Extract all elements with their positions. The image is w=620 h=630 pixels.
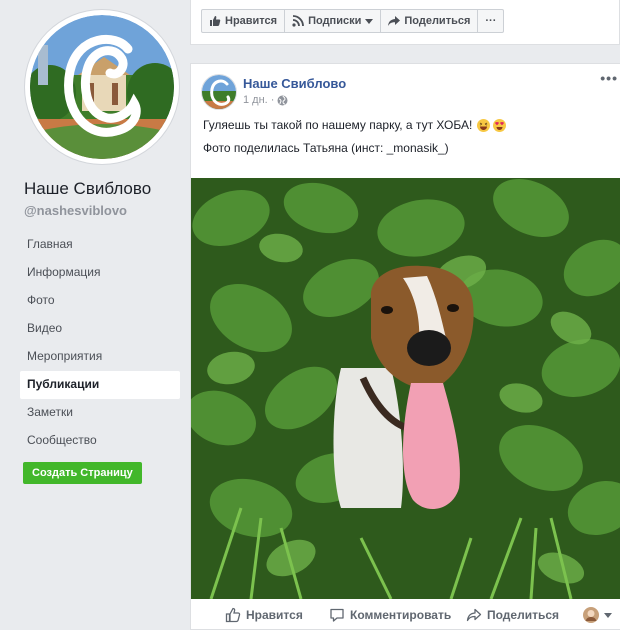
caret-down-icon xyxy=(365,18,374,24)
page-sidebar: Наше Свиблово @nashesviblovo Главная Инф… xyxy=(0,0,190,630)
heart-eyes-emoji-icon xyxy=(493,118,507,132)
page-profile-picture[interactable] xyxy=(25,10,179,164)
caret-down-icon xyxy=(604,612,612,618)
nav-item-posts[interactable]: Публикации xyxy=(20,371,180,399)
nav-item-notes[interactable]: Заметки xyxy=(20,399,180,427)
thumbs-up-icon xyxy=(210,16,221,26)
create-page-button[interactable]: Создать Страницу xyxy=(23,462,142,484)
post-photo[interactable] xyxy=(191,178,620,599)
share-page-button[interactable]: Поделиться xyxy=(381,10,479,32)
post-text: Гуляешь ты такой по нашему парку, а тут … xyxy=(203,118,473,132)
post-meta: 1 дн. · xyxy=(243,94,288,106)
rss-icon xyxy=(292,15,304,27)
subscriptions-button[interactable]: Подписки xyxy=(285,10,382,32)
nav-item-photos[interactable]: Фото xyxy=(20,287,180,315)
post-share-button[interactable]: Поделиться xyxy=(466,607,559,623)
share-arrow-icon xyxy=(388,16,401,26)
comment-icon xyxy=(330,608,344,622)
post-options-icon[interactable]: ••• xyxy=(600,70,618,86)
page-title[interactable]: Наше Свиблово xyxy=(24,179,151,199)
post-author-avatar[interactable] xyxy=(201,74,237,110)
post-text-line-1: Гуляешь ты такой по нашему парку, а тут … xyxy=(203,118,507,132)
post-author-name[interactable]: Наше Свиблово xyxy=(243,76,346,91)
page-username[interactable]: @nashesviblovo xyxy=(24,203,127,218)
post-card: Наше Свиблово 1 дн. · ••• Гуляешь ты так… xyxy=(190,63,620,630)
post-comment-button[interactable]: Комментировать xyxy=(329,607,451,623)
share-arrow-outline-icon xyxy=(466,608,482,622)
thumbs-up-outline-icon xyxy=(225,607,241,623)
page-actions-bar: Нравится Подписки Поделиться ··· xyxy=(190,0,620,45)
like-page-button[interactable]: Нравится xyxy=(202,10,286,32)
post-timestamp[interactable]: 1 дн. xyxy=(243,94,268,106)
subscriptions-label: Подписки xyxy=(308,15,362,27)
post-comment-label: Комментировать xyxy=(350,608,452,622)
nav-item-home[interactable]: Главная xyxy=(20,231,180,259)
like-page-label: Нравится xyxy=(225,15,278,27)
share-page-label: Поделиться xyxy=(404,15,471,27)
user-avatar-icon xyxy=(583,607,599,623)
nav-item-community[interactable]: Сообщество xyxy=(20,427,180,455)
nav-item-videos[interactable]: Видео xyxy=(20,315,180,343)
more-options-button[interactable]: ··· xyxy=(478,10,503,32)
nav-item-events[interactable]: Мероприятия xyxy=(20,343,180,371)
page-action-buttons: Нравится Подписки Поделиться ··· xyxy=(201,9,505,33)
nav-item-about[interactable]: Информация xyxy=(20,259,180,287)
post-action-bar: Нравится Комментировать Поделиться xyxy=(191,599,620,630)
dog-in-bushes-photo-icon xyxy=(191,178,620,599)
globe-icon[interactable] xyxy=(277,95,288,106)
park-logo-icon xyxy=(30,15,174,159)
post-share-label: Поделиться xyxy=(487,608,560,622)
post-as-selector[interactable] xyxy=(583,607,617,623)
post-like-button[interactable]: Нравится xyxy=(225,607,303,623)
post-text-line-2: Фото поделилась Татьяна (инст: _monasik_… xyxy=(203,141,449,155)
page-nav: Главная Информация Фото Видео Мероприяти… xyxy=(20,231,180,455)
meta-separator: · xyxy=(270,94,275,106)
post-like-label: Нравится xyxy=(246,608,303,622)
park-logo-icon xyxy=(202,75,236,109)
laughing-emoji-icon xyxy=(477,118,491,132)
